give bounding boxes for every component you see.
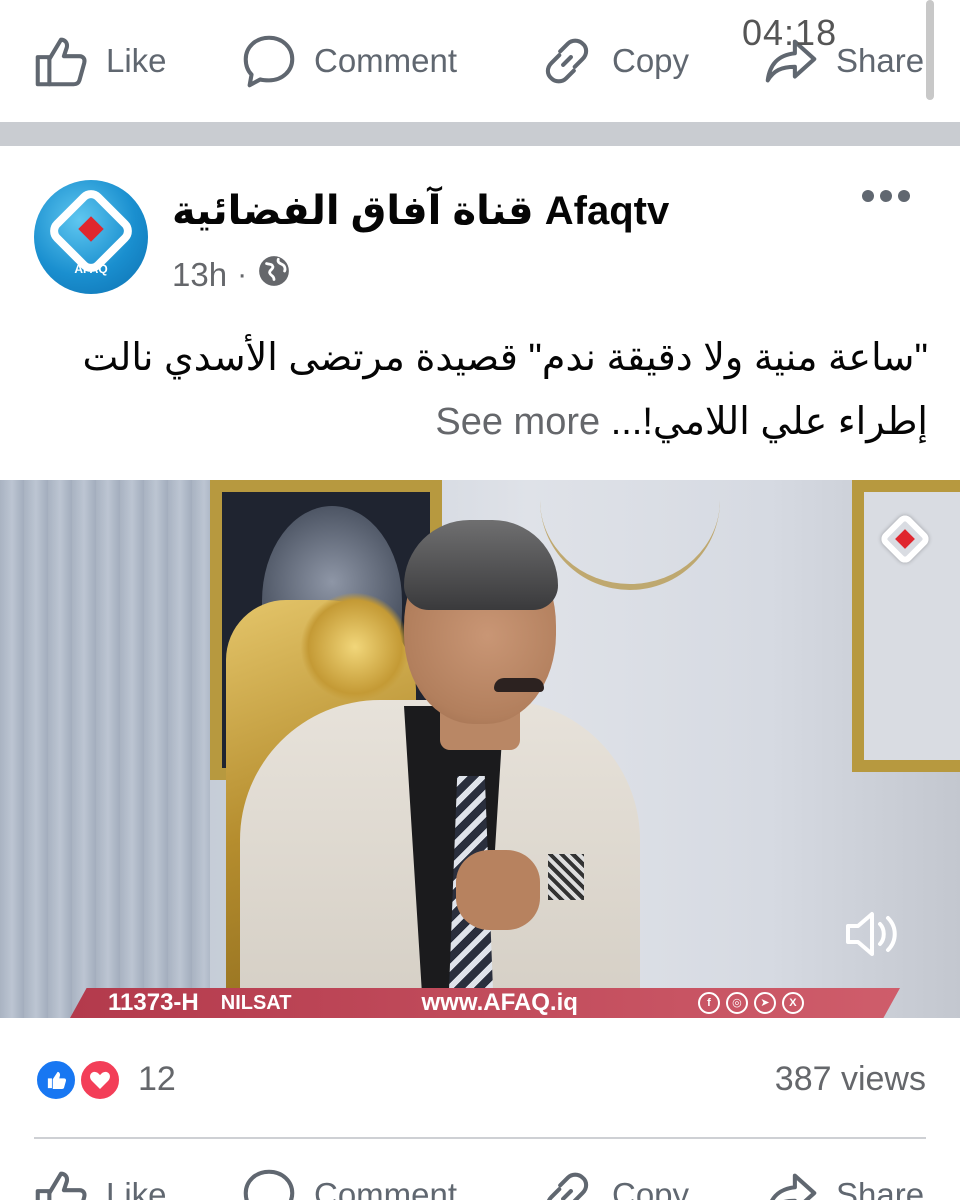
more-options-button[interactable] [862, 190, 910, 202]
post-meta: 13h · [172, 254, 291, 296]
background-curtain [0, 480, 210, 1018]
see-more-link[interactable]: See more [435, 401, 600, 443]
speaker-muted-icon [846, 912, 897, 956]
post-caption: "ساعة منية ولا دقيقة ندم" قصيدة مرتضى ال… [30, 326, 928, 454]
man-hand [456, 850, 540, 930]
chandelier [540, 480, 720, 590]
globe-icon [257, 254, 291, 296]
comment-bubble-icon [243, 35, 295, 88]
caption-line-2-text: إطراء علي اللامي!... [610, 401, 928, 443]
comment-button[interactable]: Comment [238, 1164, 457, 1200]
ticker-url: www.AFAQ.iq [421, 989, 578, 1016]
post-action-bar: Like Comment Copy Share [0, 1142, 960, 1200]
pocket-square [548, 854, 584, 900]
share-label: Share [836, 1176, 925, 1200]
caption-line-2: إطراء علي اللامي!... See more [30, 390, 928, 454]
like-label: Like [106, 42, 167, 79]
copy-button[interactable]: Copy [536, 1164, 689, 1200]
view-count: 387 views [774, 1060, 926, 1098]
like-reaction-icon[interactable] [34, 1058, 78, 1102]
heart-icon[interactable] [78, 1058, 122, 1102]
channel-logo-icon [876, 510, 934, 568]
link-icon [545, 38, 589, 84]
more-dot [880, 190, 892, 202]
comment-label: Comment [314, 42, 458, 79]
like-label: Like [106, 1176, 167, 1200]
like-button[interactable]: Like [30, 1164, 167, 1200]
x-icon: X [781, 992, 804, 1014]
more-dots-icon [862, 190, 874, 202]
ticker-frequency: 11373-H [108, 989, 199, 1016]
ticker-socials: f ◎ ➤ X [697, 992, 804, 1014]
share-button[interactable]: Share [760, 1164, 924, 1200]
man-mustache [494, 678, 544, 692]
video-time-overlay: 04:18 [742, 12, 838, 53]
post-header: AFAQ قناة آفاق الفضائية Afaqtv 13h · [0, 146, 960, 316]
feed-separator [0, 122, 960, 146]
page-avatar[interactable]: AFAQ [34, 180, 148, 294]
actions-divider [34, 1137, 926, 1139]
reactions-summary: 12 387 views [0, 1050, 960, 1114]
mute-button[interactable] [840, 904, 904, 964]
avatar-tag: AFAQ [74, 262, 108, 276]
comment-button[interactable]: Comment [238, 30, 457, 92]
chair-crest [300, 592, 410, 702]
reaction-count[interactable]: 12 [138, 1060, 176, 1099]
comment-label: Comment [314, 1176, 458, 1200]
telegram-icon: ➤ [753, 992, 776, 1014]
channel-ticker: 11373-H NILSAT www.AFAQ.iq f ◎ ➤ X [70, 988, 900, 1018]
link-icon [547, 1172, 589, 1200]
facebook-icon: f [697, 992, 720, 1014]
page-name-link[interactable]: قناة آفاق الفضائية Afaqtv [172, 188, 669, 234]
instagram-icon: ◎ [725, 992, 748, 1014]
like-button[interactable]: Like [30, 30, 167, 92]
thumbs-up-icon [35, 1171, 87, 1200]
more-dot [898, 190, 910, 202]
copy-label: Copy [612, 1176, 690, 1200]
meta-dot: · [237, 258, 248, 291]
copy-button[interactable]: Copy [536, 30, 689, 92]
post-time[interactable]: 13h [172, 256, 227, 294]
thumbs-up-icon [35, 37, 87, 87]
copy-label: Copy [612, 42, 690, 79]
comment-bubble-icon [243, 1169, 295, 1200]
video-player[interactable]: 11373-H NILSAT www.AFAQ.iq f ◎ ➤ X [0, 480, 960, 1018]
caption-line-1: "ساعة منية ولا دقيقة ندم" قصيدة مرتضى ال… [82, 337, 928, 379]
share-label: Share [836, 42, 925, 79]
scrollbar-thumb[interactable] [926, 0, 934, 100]
share-arrow-icon [770, 1173, 817, 1200]
ticker-nilsat: NILSAT [220, 991, 292, 1014]
